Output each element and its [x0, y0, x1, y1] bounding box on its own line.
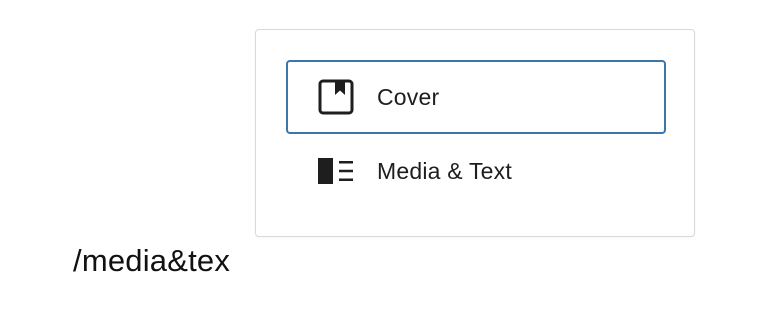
autocomplete-option-media-text[interactable]: Media & Text [286, 134, 666, 208]
block-autocomplete-popover: Cover Media & Text [255, 29, 695, 237]
autocomplete-option-label: Cover [377, 83, 440, 110]
autocomplete-option-cover[interactable]: Cover [286, 60, 666, 134]
editor-canvas: Cover Media & Text /media&tex [0, 0, 774, 316]
autocomplete-option-label: Media & Text [377, 157, 512, 184]
paragraph-slash-command-text[interactable]: /media&tex [73, 243, 230, 279]
media-text-block-icon [318, 153, 354, 189]
cover-block-icon [318, 79, 354, 115]
